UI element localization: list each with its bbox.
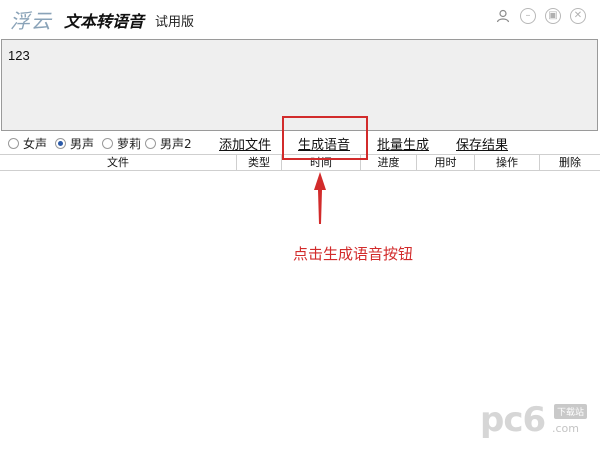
watermark-domain: .com xyxy=(552,422,579,435)
watermark-logo: pc6 xyxy=(480,400,546,440)
voice-label: 男声2 xyxy=(160,136,192,151)
column-header-type[interactable]: 类型 xyxy=(237,155,282,170)
column-header-delete[interactable]: 删除 xyxy=(540,155,600,170)
voice-label: 男声 xyxy=(70,136,95,151)
restore-icon[interactable]: ▣ xyxy=(545,8,561,24)
add-file-button[interactable]: 添加文件 xyxy=(219,134,271,153)
app-title: 文本转语音 xyxy=(64,12,145,31)
radio-button[interactable] xyxy=(55,137,67,149)
voice-option-male2[interactable]: 男声2 xyxy=(145,135,192,152)
batch-generate-button[interactable]: 批量生成 xyxy=(377,134,429,153)
voice-option-female[interactable]: 女声 xyxy=(8,135,47,152)
voice-option-loli[interactable]: 萝莉 xyxy=(102,135,141,152)
radio-button[interactable] xyxy=(102,137,114,149)
column-header-file[interactable]: 文件 xyxy=(0,155,237,170)
radio-button[interactable] xyxy=(145,137,157,149)
minimize-icon[interactable]: – xyxy=(520,8,536,24)
annotation-text: 点击生成语音按钮 xyxy=(293,245,414,263)
arrow-up-icon xyxy=(314,172,326,224)
title-bar: 浮云 文本转语音 试用版 – ▣ ✕ xyxy=(0,0,600,38)
save-result-button[interactable]: 保存结果 xyxy=(456,134,508,153)
voice-label: 女声 xyxy=(23,136,48,151)
user-icon[interactable] xyxy=(495,8,511,24)
column-header-progress[interactable]: 进度 xyxy=(361,155,417,170)
window-controls: – ▣ ✕ xyxy=(495,8,586,24)
app-logo: 浮云 xyxy=(10,9,52,33)
close-icon[interactable]: ✕ xyxy=(570,8,586,24)
edition-label: 试用版 xyxy=(155,15,195,30)
highlight-box xyxy=(282,116,368,160)
voice-label: 萝莉 xyxy=(117,136,142,151)
watermark-tag: 下载站 xyxy=(554,404,588,419)
radio-button[interactable] xyxy=(8,137,19,149)
voice-option-male[interactable]: 男声 xyxy=(55,135,94,152)
column-header-actions[interactable]: 操作 xyxy=(475,155,540,170)
column-header-duration[interactable]: 用时 xyxy=(417,155,475,170)
